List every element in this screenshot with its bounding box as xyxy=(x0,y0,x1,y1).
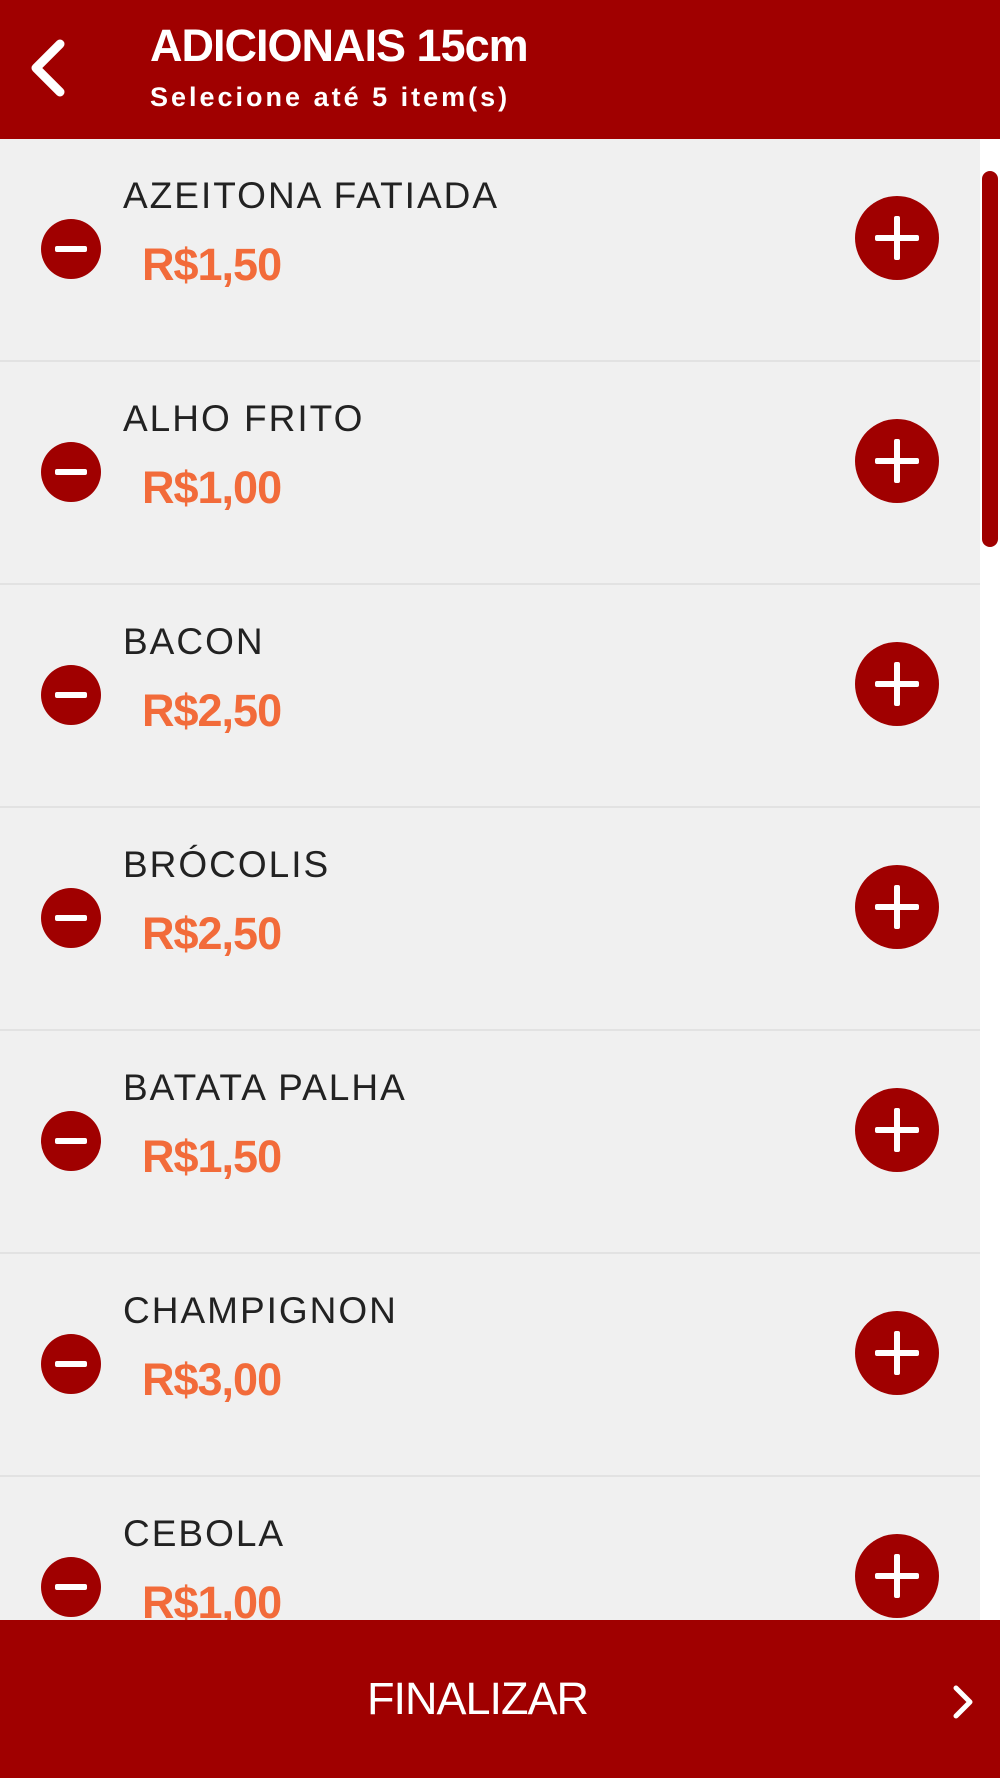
page-title: ADICIONAIS 15cm xyxy=(150,20,529,71)
item-price: R$2,50 xyxy=(142,685,282,736)
remove-item-button[interactable] xyxy=(41,1557,101,1617)
list-item: CHAMPIGNON R$3,00 xyxy=(0,1254,980,1477)
remove-item-button[interactable] xyxy=(41,442,101,502)
item-price: R$1,50 xyxy=(142,239,282,290)
plus-circle-icon xyxy=(855,1088,939,1172)
item-name: BRÓCOLIS xyxy=(123,844,331,885)
chevron-left-icon[interactable] xyxy=(28,38,68,98)
scrollbar-thumb[interactable] xyxy=(982,171,998,547)
list-item: AZEITONA FATIADA R$1,50 xyxy=(0,139,980,362)
item-name: BATATA PALHA xyxy=(123,1067,407,1108)
plus-circle-icon xyxy=(855,642,939,726)
plus-circle-icon xyxy=(855,865,939,949)
minus-circle-icon xyxy=(41,888,101,948)
remove-item-button[interactable] xyxy=(41,219,101,279)
item-name: CEBOLA xyxy=(123,1513,286,1554)
list-item: ALHO FRITO R$1,00 xyxy=(0,362,980,585)
item-price: R$2,50 xyxy=(142,908,282,959)
remove-item-button[interactable] xyxy=(41,888,101,948)
list-item: BACON R$2,50 xyxy=(0,585,980,808)
remove-item-button[interactable] xyxy=(41,1334,101,1394)
remove-item-button[interactable] xyxy=(41,665,101,725)
item-price: R$1,50 xyxy=(142,1131,282,1182)
minus-circle-icon xyxy=(41,219,101,279)
minus-circle-icon xyxy=(41,1334,101,1394)
add-item-button[interactable] xyxy=(855,1311,939,1395)
item-price: R$1,00 xyxy=(142,462,282,513)
item-price: R$3,00 xyxy=(142,1354,282,1405)
list-item: BATATA PALHA R$1,50 xyxy=(0,1031,980,1254)
finalize-label: FINALIZAR xyxy=(366,1673,589,1724)
add-item-button[interactable] xyxy=(855,1088,939,1172)
item-name: ALHO FRITO xyxy=(123,398,365,439)
app-header: ADICIONAIS 15cm Selecione até 5 item(s) xyxy=(0,0,1000,139)
list-item: BRÓCOLIS R$2,50 xyxy=(0,808,980,1031)
remove-item-button[interactable] xyxy=(41,1111,101,1171)
chevron-right-icon xyxy=(953,1685,973,1719)
plus-circle-icon xyxy=(855,196,939,280)
add-item-button[interactable] xyxy=(855,196,939,280)
add-item-button[interactable] xyxy=(855,419,939,503)
list-item: CEBOLA R$1,00 xyxy=(0,1477,980,1620)
plus-circle-icon xyxy=(855,419,939,503)
minus-circle-icon xyxy=(41,665,101,725)
minus-circle-icon xyxy=(41,1111,101,1171)
minus-circle-icon xyxy=(41,442,101,502)
finalize-button[interactable]: FINALIZAR xyxy=(0,1620,1000,1778)
item-name: BACON xyxy=(123,621,265,662)
item-name: AZEITONA FATIADA xyxy=(123,175,500,216)
plus-circle-icon xyxy=(855,1311,939,1395)
add-item-button[interactable] xyxy=(855,865,939,949)
add-item-button[interactable] xyxy=(855,1534,939,1618)
minus-circle-icon xyxy=(41,1557,101,1617)
add-item-button[interactable] xyxy=(855,642,939,726)
page-subtitle: Selecione até 5 item(s) xyxy=(150,82,511,112)
item-name: CHAMPIGNON xyxy=(123,1290,398,1331)
item-price: R$1,00 xyxy=(142,1577,282,1620)
plus-circle-icon xyxy=(855,1534,939,1618)
addons-list[interactable]: AZEITONA FATIADA R$1,50 ALHO FRITO R$1,00 BA… xyxy=(0,139,980,1620)
